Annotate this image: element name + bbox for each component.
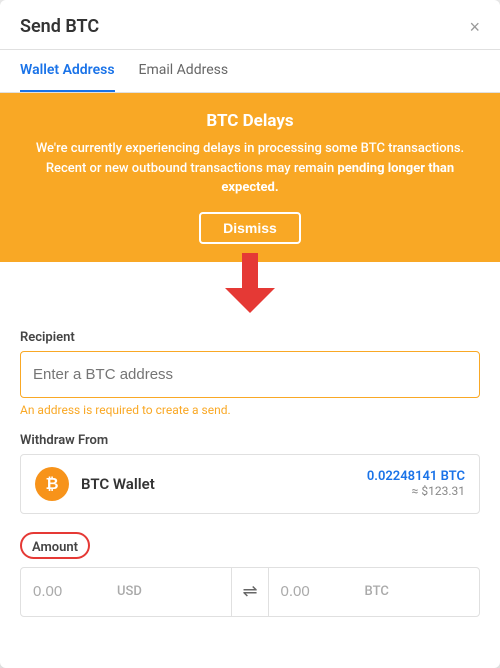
alert-title: BTC Delays xyxy=(24,111,476,131)
withdraw-section: Withdraw From ₿ BTC Wallet 0.02248141 BT… xyxy=(20,433,480,514)
amount-section: Amount USD ⇌ BTC xyxy=(20,532,480,617)
usd-input[interactable] xyxy=(33,583,113,600)
amount-inputs: USD ⇌ BTC xyxy=(20,567,480,617)
withdraw-label: Withdraw From xyxy=(20,433,480,448)
recipient-label: Recipient xyxy=(20,330,480,345)
tab-email-address[interactable]: Email Address xyxy=(139,50,229,92)
usd-currency-label: USD xyxy=(117,584,142,599)
dismiss-button[interactable]: Dismiss xyxy=(199,212,301,244)
recipient-input[interactable] xyxy=(20,351,480,398)
swap-button[interactable]: ⇌ xyxy=(232,581,267,602)
tab-wallet-address[interactable]: Wallet Address xyxy=(20,50,115,92)
wallet-name: BTC Wallet xyxy=(81,475,367,493)
btc-input[interactable] xyxy=(281,583,361,600)
recipient-error: An address is required to create a send. xyxy=(20,403,480,417)
modal-header: Send BTC × xyxy=(0,0,500,50)
down-arrow-icon xyxy=(215,248,285,318)
close-button[interactable]: × xyxy=(469,18,480,48)
wallet-amount: 0.02248141 BTC ≈ $123.31 xyxy=(367,469,465,498)
modal-title: Send BTC xyxy=(20,16,99,49)
btc-icon: ₿ xyxy=(35,467,69,501)
wallet-btc-amount: 0.02248141 BTC xyxy=(367,469,465,484)
main-content: Recipient An address is required to crea… xyxy=(0,314,500,668)
send-btc-modal: Send BTC × Wallet Address Email Address … xyxy=(0,0,500,668)
btc-currency-label: BTC xyxy=(365,584,389,599)
wallet-usd-amount: ≈ $123.31 xyxy=(367,484,465,498)
amount-label: Amount xyxy=(32,540,78,555)
btc-amount-field: BTC xyxy=(269,569,479,614)
alert-body: We're currently experiencing delays in p… xyxy=(24,139,476,198)
tab-bar: Wallet Address Email Address xyxy=(0,50,500,93)
alert-banner: BTC Delays We're currently experiencing … xyxy=(0,93,500,262)
usd-amount-field: USD xyxy=(21,569,231,614)
wallet-row[interactable]: ₿ BTC Wallet 0.02248141 BTC ≈ $123.31 xyxy=(20,454,480,514)
